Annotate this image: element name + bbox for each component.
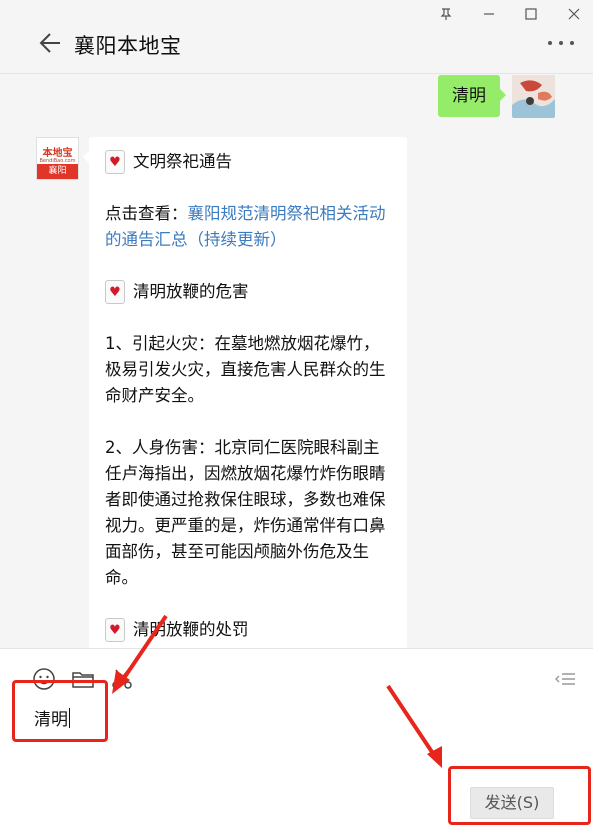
section-title: 清明放鞭的危害 — [133, 282, 249, 301]
section-heading: ♥ 清明放鞭的处罚 — [105, 617, 391, 643]
chat-history[interactable]: 清明 本地宝 BendiBao.com 襄阳 ♥ 文明祭祀通告 点击查看：襄阳规… — [0, 75, 593, 648]
section-title: 文明祭祀通告 — [133, 152, 232, 171]
section-title: 清明放鞭的处罚 — [133, 620, 249, 639]
link-paragraph: 点击查看：襄阳规范清明祭祀相关活动的通告汇总（持续更新） — [105, 201, 391, 253]
section-heading: ♥ 文明祭祀通告 — [105, 149, 391, 175]
send-button[interactable]: 发送(S) — [470, 787, 554, 819]
close-icon[interactable] — [563, 5, 585, 23]
maximize-icon[interactable] — [520, 5, 542, 23]
chat-title: 襄阳本地宝 — [74, 34, 182, 58]
screenshot-scissors-icon[interactable] — [110, 667, 134, 691]
sent-message-bubble[interactable]: 清明 — [438, 75, 506, 117]
more-options-icon[interactable] — [546, 38, 576, 48]
heart-card-icon: ♥ — [105, 618, 125, 642]
text-caret — [69, 708, 70, 728]
list-item: 2、人身伤害：北京同仁医院眼科副主任卢海指出，因燃放烟花爆竹炸伤眼睛者即使通过抢… — [105, 438, 386, 587]
heart-card-icon: ♥ — [105, 280, 125, 304]
minimize-icon[interactable] — [478, 5, 500, 23]
link-prefix: 点击查看： — [105, 204, 188, 223]
pin-icon[interactable] — [435, 5, 457, 23]
reply-message-bubble[interactable]: ♥ 文明祭祀通告 点击查看：襄阳规范清明祭祀相关活动的通告汇总（持续更新） ♥ … — [83, 137, 407, 648]
official-account-avatar[interactable]: 本地宝 BendiBao.com 襄阳 — [36, 137, 79, 180]
folder-icon[interactable] — [71, 667, 95, 691]
message-input[interactable]: 清明 — [34, 705, 70, 730]
back-arrow-icon[interactable] — [38, 30, 64, 56]
heart-card-icon: ♥ — [105, 150, 125, 174]
message-input-area[interactable]: 清明 发送(S) — [0, 648, 593, 827]
logo-city: 襄阳 — [37, 164, 78, 179]
list-item: 1、引起火灾：在墓地燃放烟花爆竹，极易引发火灾，直接危害人民群众的生命财产安全。 — [105, 334, 386, 405]
emoji-icon[interactable] — [32, 667, 56, 691]
input-value: 清明 — [34, 710, 68, 730]
user-avatar[interactable] — [512, 75, 555, 118]
section-heading: ♥ 清明放鞭的危害 — [105, 279, 391, 305]
chat-history-list-icon[interactable] — [553, 667, 577, 691]
title-bar: 襄阳本地宝 — [0, 0, 593, 74]
